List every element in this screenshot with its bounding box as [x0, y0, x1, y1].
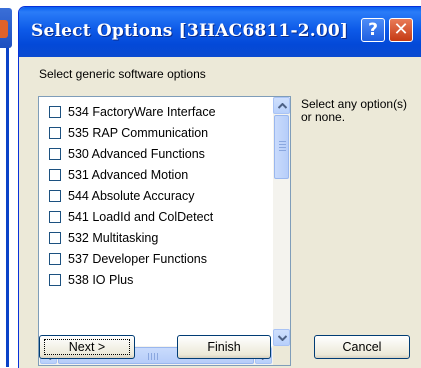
- scroll-down-button[interactable]: [273, 329, 290, 346]
- option-item[interactable]: 535 RAP Communication: [49, 124, 264, 144]
- option-checkbox[interactable]: [49, 148, 61, 160]
- scrollbar-corner: [273, 346, 290, 365]
- help-icon: ?: [368, 20, 378, 40]
- title-bar[interactable]: Select Options [3HAC6811-2.00] ? ✕: [19, 7, 421, 57]
- thumb-grip: [279, 144, 286, 145]
- option-checkbox[interactable]: [49, 127, 61, 139]
- option-checkbox[interactable]: [49, 274, 61, 286]
- parent-close-icon: [0, 20, 8, 38]
- option-item[interactable]: 534 FactoryWare Interface: [49, 103, 264, 123]
- scroll-up-button[interactable]: [273, 97, 290, 114]
- option-item[interactable]: 531 Advanced Motion: [49, 166, 264, 186]
- option-item[interactable]: 530 Advanced Functions: [49, 145, 264, 165]
- option-checkbox[interactable]: [49, 190, 61, 202]
- option-item[interactable]: 538 IO Plus: [49, 271, 264, 291]
- vertical-scrollbar[interactable]: [273, 97, 290, 346]
- option-checkbox[interactable]: [49, 106, 61, 118]
- chevron-down-icon: [278, 335, 287, 341]
- option-item[interactable]: 532 Multitasking: [49, 229, 264, 249]
- thumb-grip: [154, 353, 155, 360]
- option-label: 532 Multitasking: [68, 231, 159, 245]
- options-listbox[interactable]: 534 FactoryWare Interface 535 RAP Commun…: [38, 96, 291, 366]
- window-title: Select Options [3HAC6811-2.00]: [31, 21, 349, 41]
- option-checkbox[interactable]: [49, 211, 61, 223]
- thumb-grip: [148, 353, 149, 360]
- focus-rect: [44, 339, 130, 355]
- thumb-grip: [279, 141, 286, 142]
- option-checkbox[interactable]: [49, 232, 61, 244]
- thumb-grip: [279, 150, 286, 151]
- hint-text: Select any option(s) or none.: [301, 97, 408, 124]
- prompt-label: Select generic software options: [39, 67, 206, 81]
- option-label: 531 Advanced Motion: [68, 168, 189, 182]
- parent-window-edge: [0, 0, 20, 367]
- thumb-grip: [279, 147, 286, 148]
- option-item[interactable]: 537 Developer Functions: [49, 250, 264, 270]
- option-label: 538 IO Plus: [68, 273, 134, 287]
- option-label: 544 Absolute Accuracy: [68, 189, 195, 203]
- option-label: 541 LoadId and ColDetect: [68, 210, 214, 224]
- option-checkbox[interactable]: [49, 253, 61, 265]
- finish-button[interactable]: Finish: [177, 335, 271, 359]
- chevron-up-icon: [278, 103, 287, 109]
- select-options-dialog: Select Options [3HAC6811-2.00] ? ✕ Selec…: [18, 6, 421, 368]
- dialog-body: Select generic software options 534 Fact…: [19, 57, 421, 368]
- option-item[interactable]: 541 LoadId and ColDetect: [49, 208, 264, 228]
- finish-button-label: Finish: [207, 340, 241, 354]
- close-button[interactable]: ✕: [389, 18, 413, 42]
- option-item[interactable]: 544 Absolute Accuracy: [49, 187, 264, 207]
- option-label: 530 Advanced Functions: [68, 147, 205, 161]
- close-icon: ✕: [393, 19, 409, 40]
- option-label: 537 Developer Functions: [68, 252, 207, 266]
- cancel-button-label: Cancel: [342, 340, 382, 354]
- next-button[interactable]: Next >: [39, 335, 135, 359]
- option-label: 535 RAP Communication: [68, 126, 209, 140]
- thumb-grip: [151, 353, 152, 360]
- thumb-grip: [157, 353, 158, 360]
- vertical-scroll-thumb[interactable]: [274, 115, 289, 179]
- help-button[interactable]: ?: [361, 18, 385, 42]
- option-checkbox[interactable]: [49, 169, 61, 181]
- parent-window-border: [6, 48, 9, 367]
- option-label: 534 FactoryWare Interface: [68, 105, 216, 119]
- cancel-button[interactable]: Cancel: [314, 335, 410, 359]
